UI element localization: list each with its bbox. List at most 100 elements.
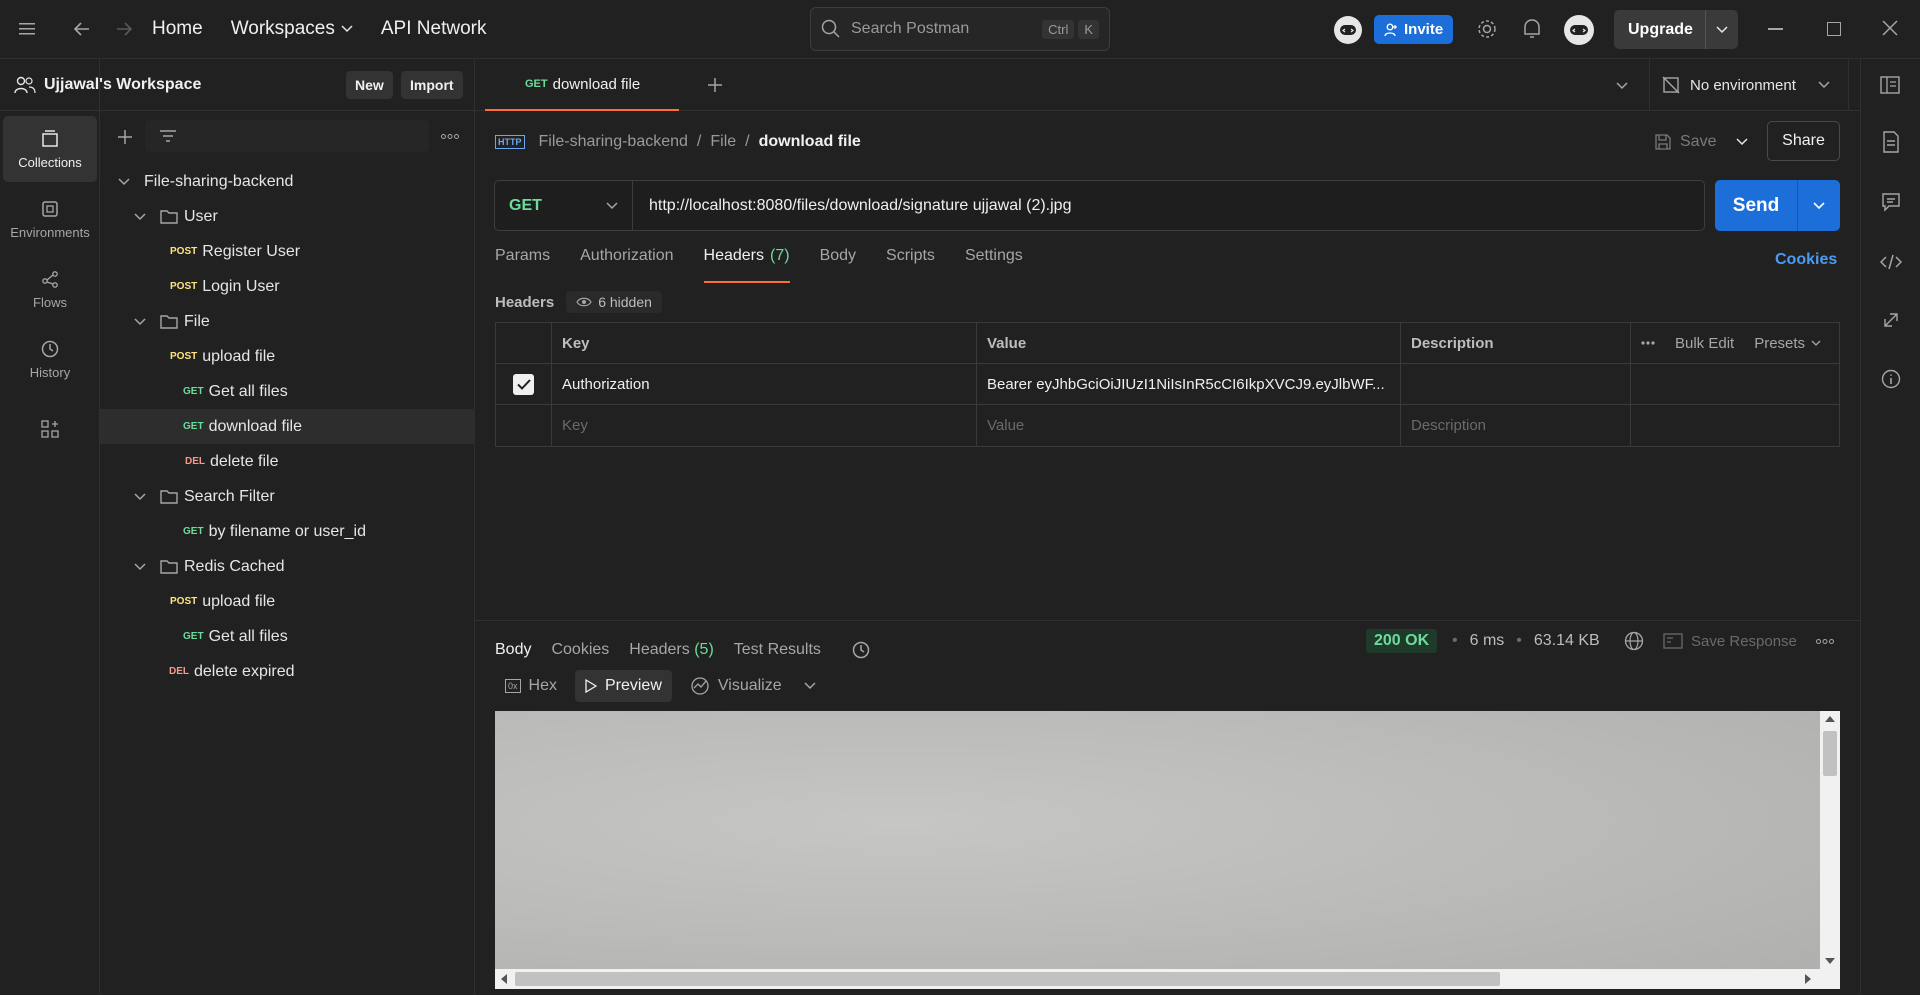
comments-icon[interactable] bbox=[1881, 192, 1901, 212]
vertical-scrollbar[interactable] bbox=[1820, 711, 1840, 969]
response-tab-headers[interactable]: Headers (5) bbox=[629, 641, 714, 659]
scroll-up-arrow[interactable] bbox=[1825, 716, 1835, 722]
filter-input[interactable] bbox=[145, 120, 429, 152]
horizontal-scrollbar[interactable] bbox=[495, 969, 1840, 989]
close-icon[interactable] bbox=[1882, 20, 1898, 40]
header-description-input[interactable] bbox=[1401, 364, 1631, 404]
tree-request[interactable]: DEL delete expired bbox=[100, 654, 475, 689]
format-visualize-button[interactable]: Visualize bbox=[680, 670, 826, 702]
documentation-icon[interactable] bbox=[1882, 131, 1900, 153]
url-input[interactable]: http://localhost:8080/files/download/sig… bbox=[633, 197, 1071, 215]
response-divider[interactable] bbox=[475, 620, 1860, 621]
scroll-left-arrow[interactable] bbox=[501, 974, 507, 984]
environment-selector[interactable]: No environment bbox=[1649, 59, 1849, 111]
tree-folder-file[interactable]: File bbox=[100, 304, 475, 339]
chevron-down-icon[interactable] bbox=[1716, 25, 1728, 34]
tree-collection[interactable]: File-sharing-backend bbox=[100, 164, 475, 199]
format-preview-button[interactable]: Preview bbox=[574, 670, 672, 702]
tree-request[interactable]: POST upload file bbox=[100, 339, 475, 374]
nav-api-network[interactable]: API Network bbox=[381, 18, 487, 40]
header-value-input[interactable]: Bearer eyJhbGciOiJIUzI1NiIsInR5cCI6IkpXV… bbox=[977, 364, 1401, 404]
avatar[interactable] bbox=[1564, 15, 1594, 45]
chevron-down-icon[interactable] bbox=[116, 177, 132, 186]
horizontal-scroll-thumb[interactable] bbox=[515, 972, 1500, 986]
tree-folder-redis-cached[interactable]: Redis Cached bbox=[100, 549, 475, 584]
response-tab-cookies[interactable]: Cookies bbox=[551, 641, 609, 659]
share-button[interactable]: Share bbox=[1767, 121, 1840, 161]
vertical-scroll-thumb[interactable] bbox=[1823, 731, 1837, 776]
tab-authorization[interactable]: Authorization bbox=[580, 247, 673, 283]
tree-request[interactable]: GET by filename or user_id bbox=[100, 514, 475, 549]
tree-request[interactable]: POST Login User bbox=[100, 269, 475, 304]
rail-flows[interactable]: Flows bbox=[3, 256, 97, 322]
tree-request-selected[interactable]: GET download file bbox=[100, 409, 475, 444]
bell-icon[interactable] bbox=[1522, 18, 1542, 44]
header-description-placeholder[interactable]: Description bbox=[1401, 405, 1631, 446]
add-tab-icon[interactable] bbox=[707, 77, 723, 93]
send-button[interactable]: Send bbox=[1715, 180, 1840, 231]
nav-home[interactable]: Home bbox=[152, 18, 203, 40]
restore-icon[interactable] bbox=[1827, 22, 1841, 36]
more-options-icon[interactable] bbox=[1816, 639, 1834, 644]
new-button[interactable]: New bbox=[346, 71, 393, 99]
cookies-link[interactable]: Cookies bbox=[1775, 251, 1837, 269]
save-response-button[interactable]: Save Response bbox=[1663, 629, 1797, 653]
chevron-down-icon[interactable] bbox=[132, 562, 148, 571]
chevron-down-icon[interactable] bbox=[804, 682, 816, 690]
rail-environments[interactable]: Environments bbox=[3, 186, 97, 252]
breadcrumb-request[interactable]: download file bbox=[759, 133, 861, 151]
forward-arrow-icon[interactable] bbox=[106, 11, 142, 47]
tree-request[interactable]: GET Get all files bbox=[100, 619, 475, 654]
globe-icon[interactable] bbox=[1624, 631, 1644, 651]
method-select[interactable]: GET bbox=[495, 181, 633, 230]
response-tab-body[interactable]: Body bbox=[495, 641, 531, 659]
tree-request[interactable]: GET Get all files bbox=[100, 374, 475, 409]
scroll-down-arrow[interactable] bbox=[1825, 958, 1835, 964]
upgrade-button[interactable]: Upgrade bbox=[1614, 10, 1738, 49]
plus-icon[interactable] bbox=[117, 129, 133, 145]
header-value-placeholder[interactable]: Value bbox=[977, 405, 1401, 446]
response-time[interactable]: 6 ms bbox=[1470, 632, 1505, 650]
back-arrow-icon[interactable] bbox=[64, 11, 100, 47]
header-key-placeholder[interactable]: Key bbox=[552, 405, 977, 446]
tab-settings[interactable]: Settings bbox=[965, 247, 1023, 283]
save-button[interactable]: Save bbox=[1654, 128, 1716, 156]
tree-folder-search-filter[interactable]: Search Filter bbox=[100, 479, 475, 514]
code-icon[interactable] bbox=[1880, 254, 1902, 270]
rail-apps[interactable] bbox=[3, 396, 97, 462]
import-button[interactable]: Import bbox=[401, 71, 463, 99]
chevron-down-icon[interactable] bbox=[132, 317, 148, 326]
tree-request[interactable]: POST Register User bbox=[100, 234, 475, 269]
info-icon[interactable] bbox=[1881, 369, 1901, 389]
header-key-input[interactable]: Authorization bbox=[552, 364, 977, 404]
tree-request[interactable]: DEL delete file bbox=[100, 444, 475, 479]
history-icon[interactable] bbox=[851, 640, 871, 660]
tab-scripts[interactable]: Scripts bbox=[886, 247, 935, 283]
chevron-down-icon[interactable] bbox=[1736, 138, 1748, 146]
menu-icon[interactable] bbox=[10, 11, 46, 47]
rail-history[interactable]: History bbox=[3, 326, 97, 392]
status-badge[interactable]: 200 OK bbox=[1366, 629, 1438, 653]
chevron-down-icon[interactable] bbox=[1616, 82, 1628, 90]
invite-button[interactable]: Invite bbox=[1374, 15, 1454, 44]
format-hex-button[interactable]: 0x Hex bbox=[495, 670, 567, 702]
header-enabled-checkbox[interactable] bbox=[496, 364, 552, 404]
tab-params[interactable]: Params bbox=[495, 247, 550, 283]
chevron-down-icon[interactable] bbox=[132, 212, 148, 221]
tab-download-file[interactable]: GET download file bbox=[485, 59, 679, 111]
more-options-icon[interactable] bbox=[441, 134, 459, 139]
nav-workspaces[interactable]: Workspaces bbox=[231, 18, 353, 40]
response-tab-tests[interactable]: Test Results bbox=[734, 641, 821, 659]
response-size[interactable]: 63.14 KB bbox=[1534, 632, 1600, 650]
send-options-button[interactable] bbox=[1797, 180, 1840, 231]
tree-request[interactable]: POST upload file bbox=[100, 584, 475, 619]
tab-body[interactable]: Body bbox=[820, 247, 856, 283]
more-options-icon[interactable] bbox=[1641, 341, 1655, 345]
chevron-down-icon[interactable] bbox=[132, 492, 148, 501]
breadcrumb-collection[interactable]: File-sharing-backend bbox=[539, 133, 688, 151]
rail-collections[interactable]: Collections bbox=[3, 116, 97, 182]
bulk-edit-link[interactable]: Bulk Edit bbox=[1675, 335, 1734, 352]
breadcrumb-folder[interactable]: File bbox=[710, 133, 736, 151]
settings-gear-icon[interactable] bbox=[1476, 18, 1498, 44]
scroll-right-arrow[interactable] bbox=[1805, 974, 1811, 984]
